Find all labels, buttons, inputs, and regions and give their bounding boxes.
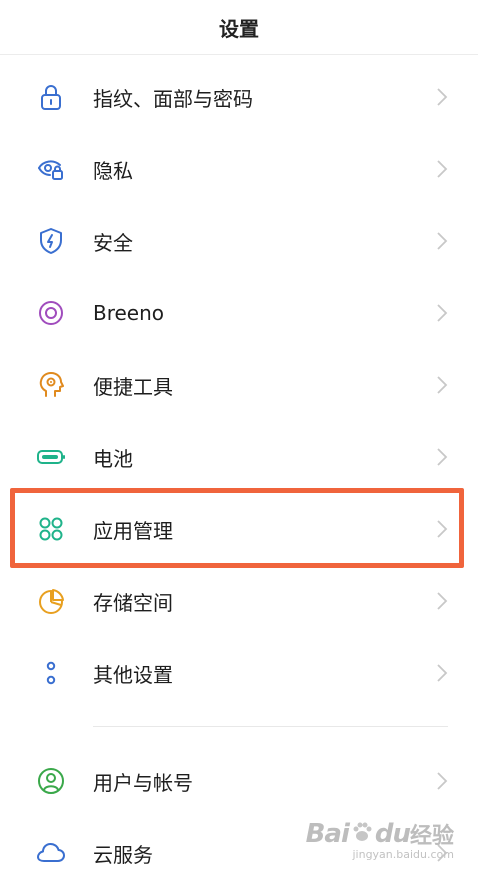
settings-item-label: 便捷工具	[93, 374, 173, 399]
privacy-eye-icon	[36, 154, 66, 184]
chevron-right-icon	[436, 159, 448, 179]
watermark-logo-bai: Bai	[305, 819, 350, 849]
settings-item-label: 云服务	[93, 842, 153, 867]
chevron-right-icon	[436, 231, 448, 251]
chevron-right-icon	[436, 375, 448, 395]
settings-item-label: 安全	[93, 230, 133, 255]
settings-item-privacy[interactable]: 隐私	[0, 133, 478, 205]
watermark-logo-du: du	[374, 819, 411, 849]
watermark-logo-jingyan: 经验	[409, 824, 454, 849]
settings-item-label: 电池	[93, 446, 133, 471]
chevron-right-icon	[436, 771, 448, 791]
settings-item-fingerprint-face-password[interactable]: 指纹、面部与密码	[0, 61, 478, 133]
storage-pie-icon	[36, 586, 66, 616]
settings-item-label: 隐私	[93, 158, 133, 183]
settings-item-users-accounts[interactable]: 用户与帐号	[0, 745, 478, 817]
battery-icon	[36, 442, 66, 472]
shield-icon	[36, 226, 66, 256]
watermark-url: jingyan.baidu.com	[352, 848, 454, 861]
cloud-icon	[36, 838, 66, 868]
paw-icon	[351, 821, 373, 847]
settings-item-convenience-tools[interactable]: 便捷工具	[0, 349, 478, 421]
settings-item-other-settings[interactable]: 其他设置	[0, 637, 478, 709]
user-icon	[36, 766, 66, 796]
page-title: 设置	[219, 16, 259, 41]
settings-item-label: 存储空间	[93, 590, 173, 615]
settings-item-label: 其他设置	[93, 662, 173, 687]
settings-item-label: 指纹、面部与密码	[93, 86, 253, 111]
lock-icon	[36, 82, 66, 112]
chevron-right-icon	[436, 447, 448, 467]
section-divider	[93, 726, 448, 727]
settings-item-breeno[interactable]: Breeno	[0, 277, 478, 349]
head-gear-icon	[36, 370, 66, 400]
baidu-jingyan-watermark: Bai du 经验 jingyan.baidu.com	[306, 818, 454, 861]
settings-item-storage[interactable]: 存储空间	[0, 565, 478, 637]
settings-item-security[interactable]: 安全	[0, 205, 478, 277]
highlight-frame	[10, 488, 464, 568]
chevron-right-icon	[436, 303, 448, 323]
settings-item-label: Breeno	[93, 301, 165, 325]
chevron-right-icon	[436, 663, 448, 683]
top-bar: 设置	[0, 0, 478, 55]
settings-item-label: 用户与帐号	[93, 770, 193, 795]
settings-item-battery[interactable]: 电池	[0, 421, 478, 493]
more-dots-icon	[36, 658, 66, 688]
chevron-right-icon	[436, 87, 448, 107]
chevron-right-icon	[436, 591, 448, 611]
breeno-ring-icon	[36, 298, 66, 328]
watermark-logo: Bai du 经验	[306, 818, 454, 850]
